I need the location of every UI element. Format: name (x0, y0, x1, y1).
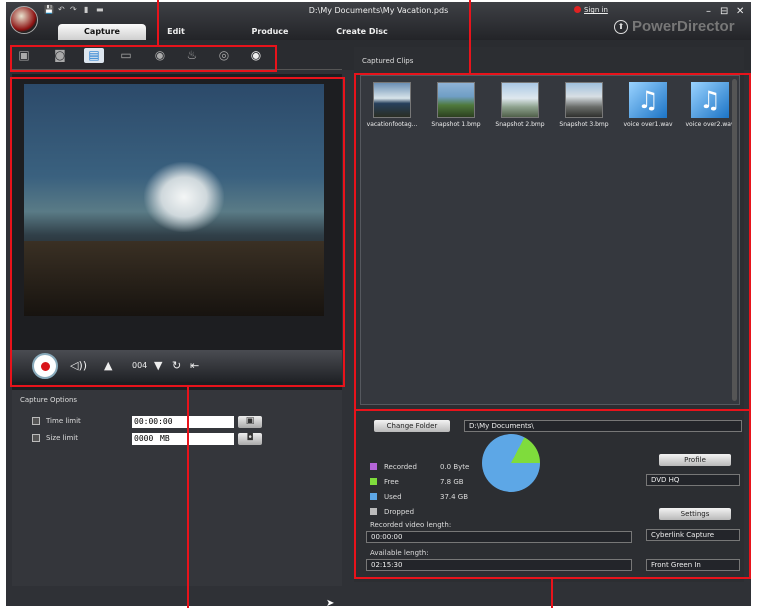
size-limit-label: Size limit (46, 434, 78, 442)
minimize-button[interactable]: – (706, 6, 711, 17)
tab-create-disc[interactable]: Create Disc (331, 24, 393, 40)
sign-in-link[interactable]: Sign in (574, 6, 608, 14)
title-bar: 💾 ↶ ↷ ▮ ▬ D:\My Documents\My Vacation.pd… (6, 2, 751, 40)
sign-in-icon (574, 6, 581, 13)
size-limit-field[interactable]: 0000 (132, 433, 158, 445)
brand-logo: PowerDirector (632, 18, 735, 35)
size-limit-set-button[interactable]: ◘ (238, 433, 262, 445)
callout-line (187, 387, 189, 608)
mouse-cursor-icon: ➤ (326, 598, 335, 606)
callout-preview-box (10, 77, 345, 387)
callout-toolbar-box (10, 45, 277, 72)
callout-library-box (354, 73, 751, 411)
callout-line (469, 0, 471, 73)
callout-line (157, 0, 159, 45)
time-limit-set-button[interactable]: ▣ (238, 416, 262, 428)
time-limit-label: Time limit (46, 417, 81, 425)
callout-line (551, 579, 553, 608)
callout-settings-box (354, 409, 751, 579)
size-limit-checkbox[interactable] (32, 434, 40, 442)
upgrade-icon[interactable]: ⬆ (614, 20, 628, 34)
capture-options-header: Capture Options (20, 396, 78, 404)
time-limit-field[interactable]: 00:00:00 (132, 416, 234, 428)
capture-options-panel: Capture Options Time limit 00:00:00 ▣ Si… (12, 390, 342, 586)
tab-edit[interactable]: Edit (156, 24, 196, 40)
size-unit: MB (158, 433, 234, 445)
sign-in-label: Sign in (584, 6, 608, 14)
tab-produce[interactable]: Produce (244, 24, 296, 40)
close-button[interactable]: ✕ (736, 6, 744, 17)
captured-clips-label: Captured Clips (362, 57, 414, 65)
maximize-button[interactable]: ⊟ (720, 6, 728, 17)
time-limit-checkbox[interactable] (32, 417, 40, 425)
tab-capture[interactable]: Capture (58, 24, 146, 40)
file-path: D:\My Documents\My Vacation.pds (308, 6, 449, 15)
